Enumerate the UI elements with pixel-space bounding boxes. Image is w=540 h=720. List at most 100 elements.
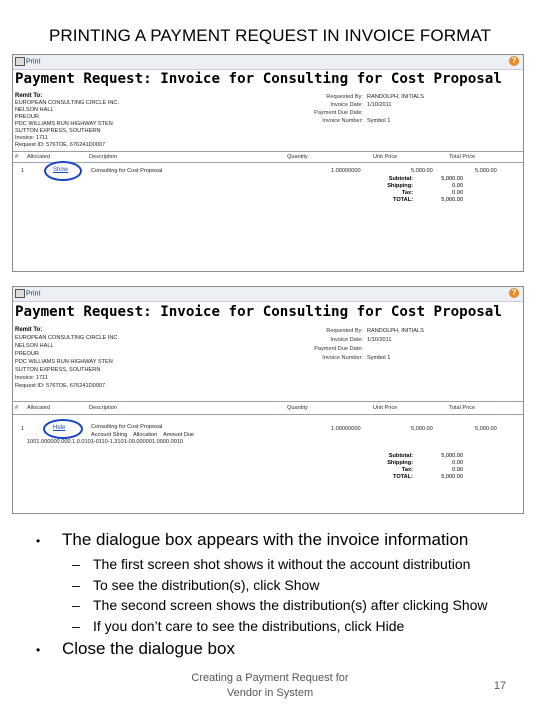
meta-key: Payment Due Date: bbox=[314, 346, 363, 352]
col-unit-price: Unit Price bbox=[373, 154, 398, 160]
dialog-toolbar: Print ? bbox=[13, 55, 523, 70]
row-total-price: 5,000.00 bbox=[475, 426, 497, 432]
row-quantity: 1.00000000 bbox=[331, 426, 361, 432]
bullet-text: The dialogue box appears with the invoic… bbox=[62, 530, 469, 549]
dialog-toolbar: Print ? bbox=[13, 287, 523, 302]
remit-line: SUTTON EXPRESS, SOUTHERN bbox=[15, 128, 101, 134]
help-button[interactable]: ? bbox=[507, 56, 519, 66]
remit-line: NELSON HALL bbox=[15, 343, 54, 349]
remit-line: PDC WILLIAMS RUN HIGHWAY STEN bbox=[15, 359, 113, 365]
meta-value: 1/10/2011 bbox=[367, 102, 392, 108]
highlight-circle bbox=[43, 419, 83, 439]
dist-col-account: Account String bbox=[91, 432, 128, 438]
remit-line: PREOUR bbox=[15, 351, 39, 357]
invoice-totals: Subtotal: 5,000.00 Shipping: 0.00 Tax: 0.00… bbox=[373, 176, 463, 204]
total-value: 5,000.00 bbox=[441, 197, 463, 203]
meta-key: Invoice Date: bbox=[330, 337, 363, 343]
total-key: Tax: bbox=[401, 190, 413, 196]
total-value: 5,000.00 bbox=[441, 176, 463, 182]
meta-value: RANDOLPH, INITIALS bbox=[367, 328, 424, 334]
remit-line: EUROPEAN CONSULTING CIRCLE INC. bbox=[15, 335, 120, 341]
col-number: # bbox=[15, 405, 19, 411]
meta-key: Invoice Number: bbox=[322, 355, 363, 361]
row-unit-price: 5,000.00 bbox=[411, 168, 433, 174]
invoice-screenshot-without-distribution: Print ? Payment Request: Invoice for Con… bbox=[12, 54, 524, 272]
row-number: 1 bbox=[21, 426, 25, 432]
meta-key: Requested By: bbox=[326, 94, 363, 100]
meta-value: Symbol 1 bbox=[367, 355, 391, 361]
dist-col-amount: Amount Due bbox=[163, 432, 195, 438]
print-label: Print bbox=[26, 58, 41, 66]
remit-address: EUROPEAN CONSULTING CIRCLE INC. NELSON H… bbox=[15, 334, 119, 390]
invoice-title: Payment Request: Invoice for Consulting … bbox=[15, 304, 502, 320]
sub-bullet-text: If you don’t care to see the distributio… bbox=[93, 617, 405, 634]
printer-icon bbox=[15, 289, 25, 298]
bullet-dot: • bbox=[36, 534, 41, 548]
invoice-totals: Subtotal: 5,000.00 Shipping: 0.00 Tax: 0.00… bbox=[373, 453, 463, 481]
col-quantity: Quantity bbox=[287, 154, 308, 160]
table-header-rule bbox=[13, 162, 523, 163]
remit-line: SUTTON EXPRESS, SOUTHERN bbox=[15, 367, 101, 373]
remit-line: Invoice: 1711 bbox=[15, 375, 48, 381]
dist-col-allocation: Allocation bbox=[133, 432, 158, 438]
bullet-text: Close the dialogue box bbox=[62, 639, 235, 658]
col-description: Description bbox=[89, 405, 117, 411]
row-total-price: 5,000.00 bbox=[475, 168, 497, 174]
total-value: 0.00 bbox=[452, 467, 463, 473]
sub-bullet-text: The second screen shows the distribution… bbox=[93, 597, 488, 613]
print-button[interactable]: Print bbox=[15, 289, 40, 298]
print-label: Print bbox=[26, 290, 41, 298]
footer-line: Creating a Payment Request for bbox=[191, 672, 349, 684]
invoice-title: Payment Request: Invoice for Consulting … bbox=[15, 71, 502, 87]
table-top-rule bbox=[13, 151, 523, 152]
bullet-dot: • bbox=[36, 643, 41, 657]
meta-key: Invoice Number: bbox=[322, 118, 363, 124]
col-allocated: Allocated bbox=[27, 154, 51, 160]
remit-line: NELSON HALL bbox=[15, 107, 54, 113]
row-quantity: 1.00000000 bbox=[331, 168, 361, 174]
printer-icon bbox=[15, 57, 25, 66]
remit-line: PREOUR bbox=[15, 114, 39, 120]
table-header-rule bbox=[13, 414, 523, 415]
total-key: Shipping: bbox=[387, 183, 413, 189]
total-value: 0.00 bbox=[452, 183, 463, 189]
remit-to-label: Remit To: bbox=[15, 93, 43, 99]
help-button[interactable]: ? bbox=[507, 288, 519, 298]
row-number: 1 bbox=[21, 168, 25, 174]
row-unit-price: 5,000.00 bbox=[411, 426, 433, 432]
help-icon: ? bbox=[509, 288, 519, 298]
total-key: TOTAL: bbox=[393, 474, 413, 480]
total-key: Tax: bbox=[401, 467, 413, 473]
col-quantity: Quantity bbox=[287, 405, 308, 411]
distribution-account-row: 1001.000000.000.1.0.0101-0110-1.3101-00.… bbox=[27, 439, 184, 445]
col-number: # bbox=[15, 154, 19, 160]
meta-value: 1/10/2011 bbox=[367, 337, 392, 343]
row-description: Consulting for Cost Proposal bbox=[91, 424, 163, 430]
invoice-meta: Requested By: RANDOLPH, INITIALS Invoice … bbox=[293, 93, 424, 125]
total-value: 0.00 bbox=[452, 460, 463, 466]
slide-title: PRINTING A PAYMENT REQUEST IN INVOICE FO… bbox=[48, 26, 492, 45]
table-top-rule bbox=[13, 401, 523, 402]
remit-line: Request ID: 576TOE, 676241D0007 bbox=[15, 142, 106, 148]
total-key: Shipping: bbox=[387, 460, 413, 466]
col-allocated: Allocated bbox=[27, 405, 51, 411]
help-icon: ? bbox=[509, 56, 519, 66]
remit-line: Request ID: 576TOE, 676241D0007 bbox=[15, 383, 106, 389]
total-value: 0.00 bbox=[452, 190, 463, 196]
remit-to-label: Remit To: bbox=[15, 327, 43, 333]
total-key: Subtotal: bbox=[388, 453, 413, 459]
meta-key: Payment Due Date: bbox=[314, 110, 363, 116]
highlight-circle bbox=[44, 161, 82, 181]
remit-line: PDC WILLIAMS RUN HIGHWAY STEN bbox=[15, 121, 113, 127]
remit-line: EUROPEAN CONSULTING CIRCLE INC. bbox=[15, 100, 120, 106]
sub-bullet-text: To see the distribution(s), click Show bbox=[93, 576, 320, 593]
page-number: 17 bbox=[493, 680, 507, 692]
footer-line: Vendor in System bbox=[226, 687, 314, 699]
total-value: 5,000.00 bbox=[441, 474, 463, 480]
print-button[interactable]: Print bbox=[15, 57, 40, 66]
total-key: Subtotal: bbox=[388, 176, 413, 182]
sub-bullet-text: The first screen shot shows it without t… bbox=[93, 556, 471, 572]
meta-value: Symbol 1 bbox=[367, 118, 391, 124]
slide-footer: Creating a Payment Request for Vendor in… bbox=[160, 671, 380, 701]
total-value: 5,000.00 bbox=[441, 453, 463, 459]
